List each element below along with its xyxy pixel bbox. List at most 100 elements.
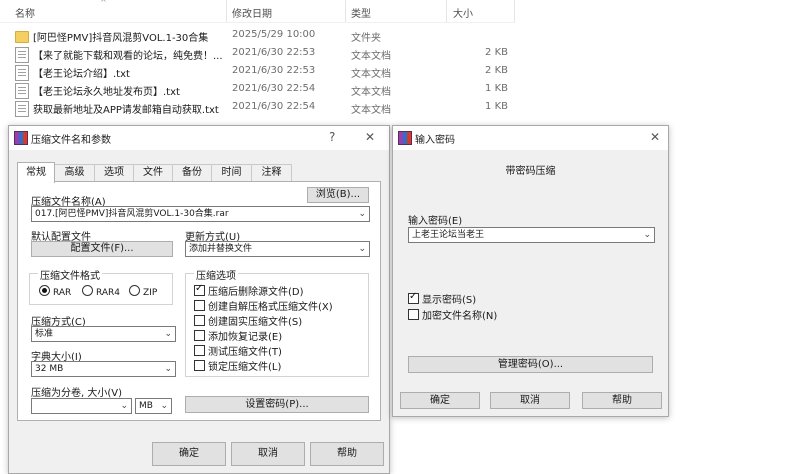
option-test-checkbox[interactable]: 测试压缩文件(T): [194, 343, 282, 358]
cancel-button[interactable]: 取消: [231, 442, 305, 466]
file-type: 文本文档: [351, 69, 391, 80]
ok-button[interactable]: 确定: [152, 442, 226, 466]
chevron-down-icon[interactable]: ⌄: [120, 399, 128, 413]
format-zip-radio[interactable]: ZIP: [129, 285, 157, 298]
chevron-down-icon[interactable]: ⌄: [164, 327, 172, 341]
manage-passwords-button[interactable]: 管理密码(O)...: [408, 356, 653, 373]
split-volume-size-combo[interactable]: ⌄: [31, 398, 132, 414]
sort-up-icon: ^: [100, 0, 107, 7]
update-mode-select[interactable]: 添加并替换文件 ⌄: [185, 241, 370, 257]
folder-icon: [15, 31, 29, 43]
tab-time[interactable]: 时间: [211, 164, 252, 181]
tab-backup[interactable]: 备份: [172, 164, 212, 181]
file-date: 2021/6/30 22:54: [232, 101, 316, 112]
file-date: 2021/6/30 22:53: [232, 65, 316, 76]
encrypt-filenames-checkbox[interactable]: 加密文件名称(N): [408, 307, 497, 322]
chevron-down-icon[interactable]: ⌄: [358, 207, 366, 221]
tab-comment[interactable]: 注释: [251, 164, 292, 181]
cancel-button[interactable]: 取消: [490, 392, 570, 409]
archive-dialog-title: 压缩文件名和参数: [31, 135, 111, 146]
option-solid-checkbox[interactable]: 创建固实压缩文件(S): [194, 313, 302, 328]
file-date: 2021/6/30 22:54: [232, 83, 316, 94]
compression-method-value: 标准: [35, 329, 54, 339]
archive-dialog-titlebar[interactable]: 压缩文件名和参数 ? ✕: [9, 126, 389, 150]
file-date: 2025/5/29 10:00: [232, 29, 316, 40]
file-name: 【老王论坛介绍】.txt: [33, 69, 130, 80]
column-divider[interactable]: [345, 0, 346, 22]
format-zip-label: ZIP: [143, 288, 158, 298]
text-file-icon: [15, 101, 29, 117]
option-sfx-checkbox[interactable]: 创建自解压格式压缩文件(X): [194, 298, 333, 313]
encrypt-filenames-label: 加密文件名称(N): [422, 311, 498, 322]
archive-options-label: 压缩选项: [194, 267, 238, 282]
password-label: 输入密码(E): [408, 216, 463, 227]
help-icon[interactable]: ?: [329, 130, 335, 144]
column-date[interactable]: 修改日期: [232, 5, 272, 20]
file-row[interactable]: [阿巴怪PMV]抖音风混剪VOL.1-30合集 2025/5/29 10:00 …: [0, 27, 515, 45]
file-name: 【老王论坛永久地址发布页】.txt: [33, 87, 180, 98]
file-type: 文本文档: [351, 51, 391, 62]
text-file-icon: [15, 47, 29, 63]
chevron-down-icon[interactable]: ⌄: [643, 228, 651, 242]
password-input[interactable]: 上老王论坛当老王 ⌄: [408, 227, 655, 243]
option-label: 创建自解压格式压缩文件(X): [208, 302, 333, 313]
option-lock-checkbox[interactable]: 锁定压缩文件(L): [194, 358, 281, 373]
format-rar4-label: RAR4: [96, 288, 121, 298]
column-divider[interactable]: [446, 0, 447, 22]
dictionary-size-value: 32 MB: [35, 364, 64, 374]
chevron-down-icon[interactable]: ⌄: [160, 399, 168, 413]
chevron-down-icon[interactable]: ⌄: [358, 242, 366, 256]
file-row[interactable]: 【来了就能下载和观看的论坛，纯免费！... 2021/6/30 22:53 文本…: [0, 45, 515, 63]
help-button[interactable]: 帮助: [582, 392, 662, 409]
option-delete-after-checkbox[interactable]: 压缩后删除源文件(D): [194, 283, 304, 298]
format-rar-label: RAR: [53, 288, 72, 298]
split-unit-select[interactable]: MB ⌄: [135, 398, 172, 414]
tab-general[interactable]: 常规: [17, 162, 55, 183]
archive-name-combo[interactable]: 017.[阿巴怪PMV]抖音风混剪VOL.1-30合集.rar ⌄: [31, 206, 370, 222]
explorer-column-header: ^ 名称 修改日期 类型 大小: [0, 0, 515, 23]
file-row[interactable]: 获取最新地址及APP请发邮箱自动获取.txt 2021/6/30 22:54 文…: [0, 99, 515, 117]
text-file-icon: [15, 65, 29, 81]
ok-button[interactable]: 确定: [400, 392, 480, 409]
set-password-button[interactable]: 设置密码(P)...: [185, 396, 369, 413]
format-rar-radio[interactable]: RAR: [39, 285, 71, 298]
option-recovery-checkbox[interactable]: 添加恢复记录(E): [194, 328, 282, 343]
column-size[interactable]: 大小: [453, 5, 473, 20]
compression-method-select[interactable]: 标准 ⌄: [31, 326, 176, 342]
browse-button[interactable]: 浏览(B)...: [307, 187, 369, 203]
archive-dialog: 压缩文件名和参数 ? ✕ 常规 高级 选项 文件 备份 时间 注释 压缩文件名称…: [8, 125, 390, 474]
column-name[interactable]: 名称: [15, 5, 35, 20]
help-button[interactable]: 帮助: [310, 442, 384, 466]
option-label: 测试压缩文件(T): [208, 347, 282, 358]
format-rar4-radio[interactable]: RAR4: [82, 285, 120, 298]
file-row[interactable]: 【老王论坛永久地址发布页】.txt 2021/6/30 22:54 文本文档 1…: [0, 81, 515, 99]
split-volume-label: 压缩为分卷, 大小(V): [31, 388, 123, 399]
tab-advanced[interactable]: 高级: [54, 164, 95, 181]
show-password-checkbox[interactable]: 显示密码(S): [408, 291, 476, 306]
update-mode-value: 添加并替换文件: [189, 244, 253, 254]
winrar-icon: [14, 131, 28, 145]
close-icon[interactable]: ✕: [650, 130, 660, 144]
archive-format-label: 压缩文件格式: [38, 267, 102, 282]
close-icon[interactable]: ✕: [365, 130, 375, 144]
column-type[interactable]: 类型: [351, 5, 371, 20]
tab-options[interactable]: 选项: [94, 164, 134, 181]
tab-files[interactable]: 文件: [133, 164, 173, 181]
file-name: 获取最新地址及APP请发邮箱自动获取.txt: [33, 105, 219, 116]
profiles-button[interactable]: 配置文件(F)...: [31, 241, 173, 257]
text-file-icon: [15, 83, 29, 99]
dictionary-size-select[interactable]: 32 MB ⌄: [31, 361, 176, 377]
password-dialog-titlebar[interactable]: 输入密码 ✕: [393, 126, 668, 150]
file-type: 文本文档: [351, 87, 391, 98]
password-value: 上老王论坛当老王: [412, 230, 485, 240]
file-row[interactable]: 【老王论坛介绍】.txt 2021/6/30 22:53 文本文档 2 KB: [0, 63, 515, 81]
chevron-down-icon[interactable]: ⌄: [164, 362, 172, 376]
split-unit-value: MB: [139, 401, 153, 411]
show-password-label: 显示密码(S): [422, 295, 477, 306]
column-divider[interactable]: [226, 0, 227, 22]
archive-name-value: 017.[阿巴怪PMV]抖音风混剪VOL.1-30合集.rar: [35, 209, 229, 219]
file-date: 2021/6/30 22:53: [232, 47, 316, 58]
column-divider[interactable]: [514, 0, 515, 22]
file-size: 1 KB: [485, 101, 508, 112]
password-dialog: 输入密码 ✕ 带密码压缩 输入密码(E) 上老王论坛当老王 ⌄ 显示密码(S) …: [392, 125, 669, 417]
